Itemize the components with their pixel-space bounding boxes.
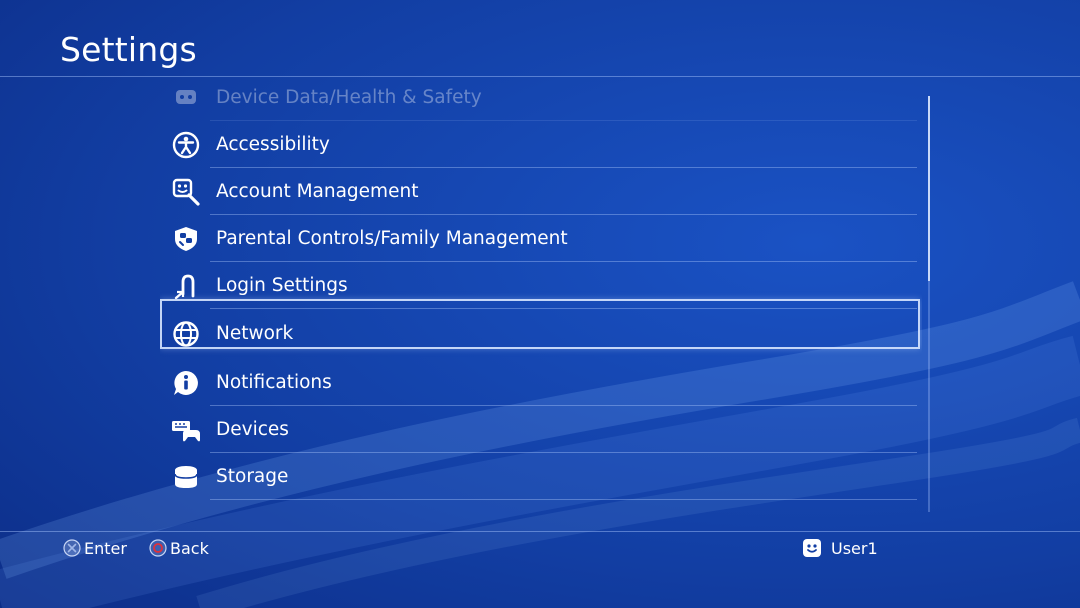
storage-icon bbox=[171, 463, 201, 491]
device-data-icon bbox=[171, 84, 201, 112]
page-title: Settings bbox=[60, 30, 197, 69]
settings-item-label: Device Data/Health & Safety bbox=[216, 87, 482, 108]
circle-button-icon bbox=[149, 539, 167, 557]
settings-item-parental-controls[interactable]: Parental Controls/Family Management bbox=[160, 215, 920, 262]
enter-label: Enter bbox=[84, 538, 127, 558]
back-hint: Back bbox=[149, 537, 209, 559]
devices-icon bbox=[171, 416, 201, 444]
accessibility-icon bbox=[171, 131, 201, 159]
settings-item-storage[interactable]: Storage bbox=[160, 453, 920, 500]
settings-item-label: Accessibility bbox=[216, 134, 330, 155]
user-name: User1 bbox=[831, 538, 878, 558]
header-divider bbox=[0, 76, 1080, 77]
settings-item-devices[interactable]: Devices bbox=[160, 406, 920, 453]
user-avatar-icon bbox=[802, 538, 822, 558]
scrollbar-thumb[interactable] bbox=[928, 96, 930, 281]
settings-item-accessibility[interactable]: Accessibility bbox=[160, 121, 920, 168]
settings-item-device-data[interactable]: Device Data/Health & Safety bbox=[160, 84, 920, 121]
enter-hint: Enter bbox=[63, 537, 127, 559]
settings-list[interactable]: Device Data/Health & Safety Accessibilit… bbox=[160, 84, 922, 508]
footer-divider bbox=[0, 531, 1080, 532]
cross-button-icon bbox=[63, 539, 81, 557]
selection-highlight bbox=[160, 299, 920, 349]
login-settings-icon bbox=[171, 272, 201, 300]
settings-item-label: Account Management bbox=[216, 181, 419, 202]
settings-item-label: Devices bbox=[216, 419, 289, 440]
settings-item-account-management[interactable]: Account Management bbox=[160, 168, 920, 215]
row-divider bbox=[210, 499, 917, 500]
settings-item-label: Parental Controls/Family Management bbox=[216, 228, 568, 249]
user-indicator[interactable]: User1 bbox=[802, 537, 878, 559]
parental-controls-icon bbox=[171, 225, 201, 253]
settings-item-notifications[interactable]: Notifications bbox=[160, 359, 920, 406]
scrollbar[interactable] bbox=[928, 96, 930, 512]
account-management-icon bbox=[171, 178, 201, 206]
back-label: Back bbox=[170, 538, 209, 558]
settings-item-label: Notifications bbox=[216, 372, 332, 393]
notifications-icon bbox=[171, 369, 201, 397]
settings-item-label: Storage bbox=[216, 466, 289, 487]
